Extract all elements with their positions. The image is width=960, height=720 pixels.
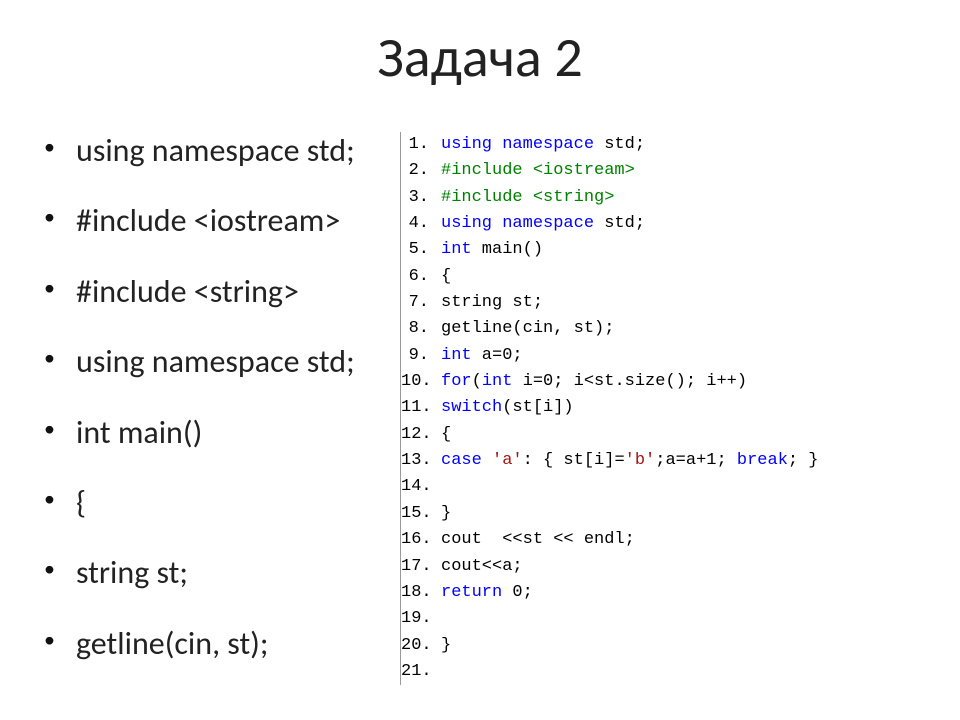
bullet-item: int main(): [40, 414, 400, 452]
code-text: }: [435, 633, 451, 659]
line-number: 20: [401, 633, 435, 659]
slide: Задача 2 using namespace std;#include <i…: [0, 0, 960, 720]
line-number: 16: [401, 527, 435, 553]
line-number: 13: [401, 448, 435, 474]
bullet-item: #include <string>: [40, 273, 400, 311]
code-text: getline(cin, st);: [435, 316, 614, 342]
line-number: 8: [401, 316, 435, 342]
code-line: 2#include <iostream>: [401, 158, 920, 184]
code-line: 10for(int i=0; i<st.size(); i++): [401, 369, 920, 395]
code-block: 1using namespace std;2#include <iostream…: [401, 132, 920, 685]
code-text: #include <iostream>: [435, 158, 635, 184]
line-number: 6: [401, 264, 435, 290]
code-line: 9int a=0;: [401, 343, 920, 369]
line-number: 10: [401, 369, 435, 395]
bullet-item: #include <iostream>: [40, 202, 400, 240]
line-number: 21: [401, 659, 435, 685]
bullet-column: using namespace std; #include <iostream> #…: [40, 132, 400, 695]
line-number: 9: [401, 343, 435, 369]
line-number: 7: [401, 290, 435, 316]
code-line: 17cout<<a;: [401, 554, 920, 580]
line-number: 2: [401, 158, 435, 184]
line-number: 12: [401, 422, 435, 448]
code-text: using namespace std;: [435, 132, 645, 158]
code-line: 11switch(st[i]): [401, 395, 920, 421]
bullet-item: getline(cin, st);: [40, 625, 400, 663]
line-number: 19: [401, 606, 435, 632]
bullet-item: using namespace std;: [40, 343, 400, 381]
code-line: 21: [401, 659, 920, 685]
line-number: 17: [401, 554, 435, 580]
line-number: 15: [401, 501, 435, 527]
code-line: 5int main(): [401, 237, 920, 263]
code-text: string st;: [435, 290, 543, 316]
bullet-item: using namespace std;: [40, 132, 400, 170]
code-text: switch(st[i]): [435, 395, 574, 421]
code-line: 13case 'a': { st[i]='b';a=a+1; break; }: [401, 448, 920, 474]
code-text: cout<<a;: [435, 554, 523, 580]
line-number: 4: [401, 211, 435, 237]
code-text: [435, 659, 441, 685]
code-text: #include <string>: [435, 185, 614, 211]
code-line: 1using namespace std;: [401, 132, 920, 158]
bullet-item: string st;: [40, 554, 400, 592]
code-column: 1using namespace std;2#include <iostream…: [400, 132, 920, 685]
code-line: 19: [401, 606, 920, 632]
code-text: case 'a': { st[i]='b';a=a+1; break; }: [435, 448, 819, 474]
code-text: for(int i=0; i<st.size(); i++): [435, 369, 747, 395]
line-number: 11: [401, 395, 435, 421]
code-line: 18return 0;: [401, 580, 920, 606]
bullet-list: using namespace std; #include <iostream> #…: [40, 132, 400, 663]
code-line: 3#include <string>: [401, 185, 920, 211]
slide-title: Задача 2: [40, 24, 920, 92]
code-text: int main(): [435, 237, 543, 263]
code-text: [435, 474, 441, 500]
code-line: 8getline(cin, st);: [401, 316, 920, 342]
code-line: 6{: [401, 264, 920, 290]
code-text: }: [435, 501, 451, 527]
code-line: 16cout <<st << endl;: [401, 527, 920, 553]
slide-content: using namespace std;#include <iostream>#…: [40, 132, 920, 695]
code-line: 20}: [401, 633, 920, 659]
code-text: {: [435, 264, 451, 290]
line-number: 1: [401, 132, 435, 158]
code-line: 14: [401, 474, 920, 500]
line-number: 3: [401, 185, 435, 211]
code-text: cout <<st << endl;: [435, 527, 635, 553]
line-number: 5: [401, 237, 435, 263]
code-line: 4using namespace std;: [401, 211, 920, 237]
code-text: int a=0;: [435, 343, 523, 369]
code-line: 12{: [401, 422, 920, 448]
code-text: [435, 606, 441, 632]
code-text: return 0;: [435, 580, 533, 606]
code-text: {: [435, 422, 451, 448]
code-line: 15}: [401, 501, 920, 527]
line-number: 18: [401, 580, 435, 606]
code-text: using namespace std;: [435, 211, 645, 237]
line-number: 14: [401, 474, 435, 500]
code-line: 7string st;: [401, 290, 920, 316]
bullet-item: {: [40, 484, 400, 522]
